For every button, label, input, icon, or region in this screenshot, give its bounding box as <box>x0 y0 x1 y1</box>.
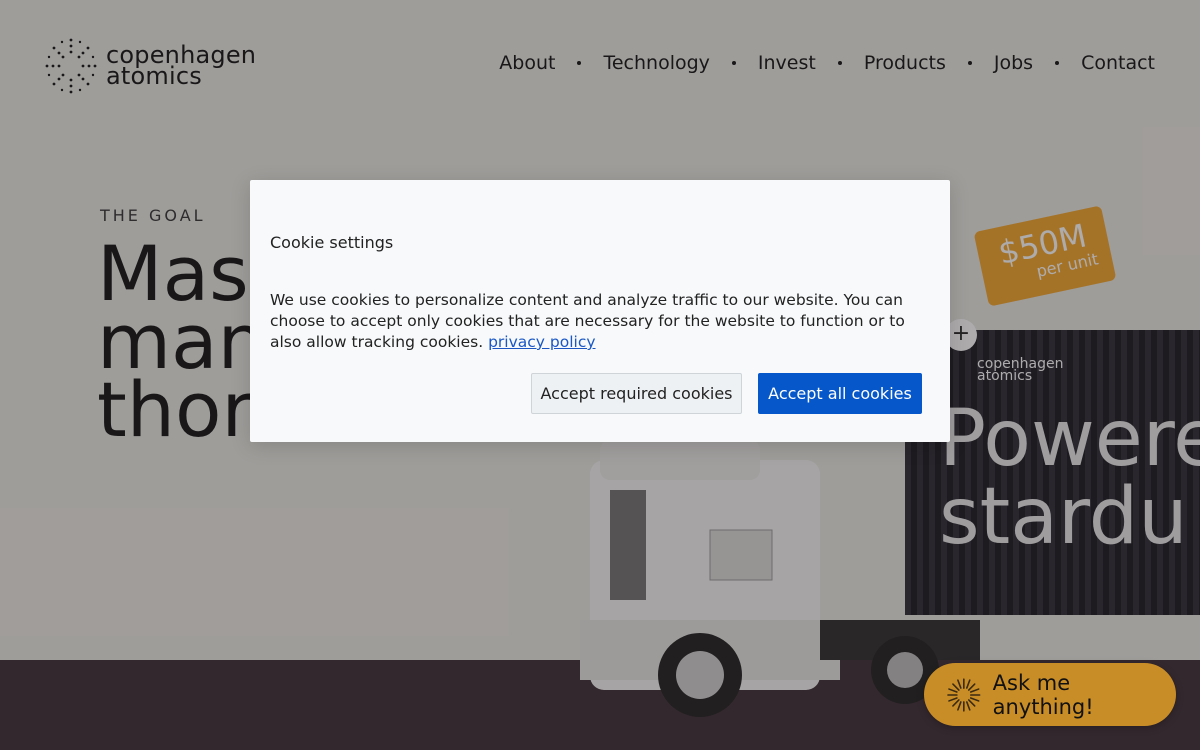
privacy-policy-link[interactable]: privacy policy <box>488 333 595 351</box>
cookie-dialog: Cookie settings We use cookies to person… <box>250 180 950 442</box>
accept-required-cookies-button[interactable]: Accept required cookies <box>531 373 742 414</box>
chat-widget-label: Ask me anything! <box>992 670 1094 719</box>
starburst-icon <box>947 677 981 712</box>
accept-all-cookies-button[interactable]: Accept all cookies <box>758 373 922 414</box>
cookie-dialog-title: Cookie settings <box>270 233 394 252</box>
cookie-dialog-body: We use cookies to personalize content an… <box>270 290 935 353</box>
chat-widget-button[interactable]: Ask me anything! <box>924 663 1176 726</box>
page: copenhagen atomics About Technology Inve… <box>0 0 1200 750</box>
